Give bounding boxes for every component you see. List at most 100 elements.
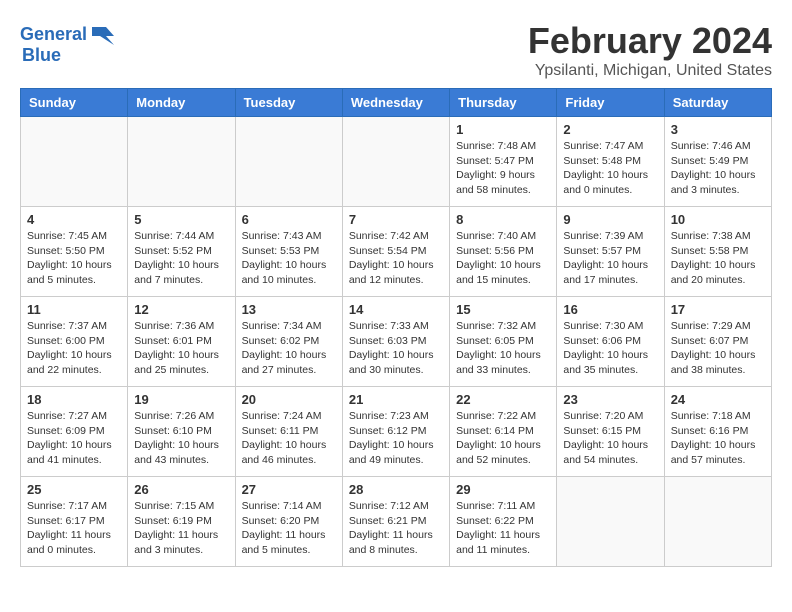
day-number: 21: [349, 392, 443, 407]
day-number: 12: [134, 302, 228, 317]
calendar-cell: 9 Sunrise: 7:39 AM Sunset: 5:57 PM Daylig…: [557, 207, 664, 297]
logo-general: General: [20, 24, 87, 44]
day-number: 5: [134, 212, 228, 227]
day-number: 19: [134, 392, 228, 407]
calendar-cell: 28 Sunrise: 7:12 AM Sunset: 6:21 PM Dayli…: [342, 477, 449, 567]
calendar-cell: 15 Sunrise: 7:32 AM Sunset: 6:05 PM Dayli…: [450, 297, 557, 387]
day-number: 17: [671, 302, 765, 317]
calendar-cell: 14 Sunrise: 7:33 AM Sunset: 6:03 PM Dayli…: [342, 297, 449, 387]
calendar-cell: 23 Sunrise: 7:20 AM Sunset: 6:15 PM Dayli…: [557, 387, 664, 477]
day-info: Sunrise: 7:14 AM Sunset: 6:20 PM Dayligh…: [242, 499, 336, 558]
day-info: Sunrise: 7:36 AM Sunset: 6:01 PM Dayligh…: [134, 319, 228, 378]
day-info: Sunrise: 7:46 AM Sunset: 5:49 PM Dayligh…: [671, 139, 765, 198]
weekday-header: Friday: [557, 89, 664, 117]
day-info: Sunrise: 7:23 AM Sunset: 6:12 PM Dayligh…: [349, 409, 443, 468]
day-info: Sunrise: 7:43 AM Sunset: 5:53 PM Dayligh…: [242, 229, 336, 288]
calendar-cell: 17 Sunrise: 7:29 AM Sunset: 6:07 PM Dayli…: [664, 297, 771, 387]
day-info: Sunrise: 7:26 AM Sunset: 6:10 PM Dayligh…: [134, 409, 228, 468]
day-number: 18: [27, 392, 121, 407]
weekday-header: Monday: [128, 89, 235, 117]
day-info: Sunrise: 7:44 AM Sunset: 5:52 PM Dayligh…: [134, 229, 228, 288]
day-info: Sunrise: 7:45 AM Sunset: 5:50 PM Dayligh…: [27, 229, 121, 288]
weekday-header: Sunday: [21, 89, 128, 117]
day-info: Sunrise: 7:24 AM Sunset: 6:11 PM Dayligh…: [242, 409, 336, 468]
day-number: 3: [671, 122, 765, 137]
day-info: Sunrise: 7:22 AM Sunset: 6:14 PM Dayligh…: [456, 409, 550, 468]
calendar-cell: 5 Sunrise: 7:44 AM Sunset: 5:52 PM Daylig…: [128, 207, 235, 297]
calendar-cell: 11Sunrise: 7:37 AM Sunset: 6:00 PM Dayli…: [21, 297, 128, 387]
calendar-cell: 16 Sunrise: 7:30 AM Sunset: 6:06 PM Dayli…: [557, 297, 664, 387]
calendar-cell: 21 Sunrise: 7:23 AM Sunset: 6:12 PM Dayli…: [342, 387, 449, 477]
day-number: 26: [134, 482, 228, 497]
calendar-cell: 2 Sunrise: 7:47 AM Sunset: 5:48 PM Daylig…: [557, 117, 664, 207]
day-info: Sunrise: 7:30 AM Sunset: 6:06 PM Dayligh…: [563, 319, 657, 378]
day-number: 29: [456, 482, 550, 497]
calendar-cell: 1 Sunrise: 7:48 AM Sunset: 5:47 PM Daylig…: [450, 117, 557, 207]
day-number: 27: [242, 482, 336, 497]
logo-icon: [92, 27, 114, 45]
day-number: 28: [349, 482, 443, 497]
calendar-cell: 29 Sunrise: 7:11 AM Sunset: 6:22 PM Dayli…: [450, 477, 557, 567]
calendar-cell: 22 Sunrise: 7:22 AM Sunset: 6:14 PM Dayli…: [450, 387, 557, 477]
day-info: Sunrise: 7:12 AM Sunset: 6:21 PM Dayligh…: [349, 499, 443, 558]
calendar-cell: 7 Sunrise: 7:42 AM Sunset: 5:54 PM Daylig…: [342, 207, 449, 297]
calendar-cell: 12 Sunrise: 7:36 AM Sunset: 6:01 PM Dayli…: [128, 297, 235, 387]
day-info: Sunrise: 7:27 AM Sunset: 6:09 PM Dayligh…: [27, 409, 121, 468]
day-number: 24: [671, 392, 765, 407]
day-info: Sunrise: 7:39 AM Sunset: 5:57 PM Dayligh…: [563, 229, 657, 288]
day-number: 14: [349, 302, 443, 317]
day-number: 8: [456, 212, 550, 227]
calendar-cell: [128, 117, 235, 207]
calendar-cell: 26 Sunrise: 7:15 AM Sunset: 6:19 PM Dayli…: [128, 477, 235, 567]
day-info: Sunrise: 7:40 AM Sunset: 5:56 PM Dayligh…: [456, 229, 550, 288]
day-info: Sunrise: 7:38 AM Sunset: 5:58 PM Dayligh…: [671, 229, 765, 288]
calendar-cell: 27 Sunrise: 7:14 AM Sunset: 6:20 PM Dayli…: [235, 477, 342, 567]
calendar-cell: [557, 477, 664, 567]
day-number: 10: [671, 212, 765, 227]
day-info: Sunrise: 7:32 AM Sunset: 6:05 PM Dayligh…: [456, 319, 550, 378]
day-info: Sunrise: 7:11 AM Sunset: 6:22 PM Dayligh…: [456, 499, 550, 558]
day-info: Sunrise: 7:18 AM Sunset: 6:16 PM Dayligh…: [671, 409, 765, 468]
calendar-header-row: SundayMondayTuesdayWednesdayThursdayFrid…: [21, 89, 772, 117]
calendar-cell: 10 Sunrise: 7:38 AM Sunset: 5:58 PM Dayli…: [664, 207, 771, 297]
day-number: 2: [563, 122, 657, 137]
day-number: 7: [349, 212, 443, 227]
day-info: Sunrise: 7:29 AM Sunset: 6:07 PM Dayligh…: [671, 319, 765, 378]
calendar-cell: 25Sunrise: 7:17 AM Sunset: 6:17 PM Dayli…: [21, 477, 128, 567]
calendar-subtitle: Ypsilanti, Michigan, United States: [20, 62, 772, 80]
calendar-cell: 4 Sunrise: 7:45 AM Sunset: 5:50 PM Daylig…: [21, 207, 128, 297]
weekday-header: Saturday: [664, 89, 771, 117]
calendar-cell: 20 Sunrise: 7:24 AM Sunset: 6:11 PM Dayli…: [235, 387, 342, 477]
day-info: Sunrise: 7:42 AM Sunset: 5:54 PM Dayligh…: [349, 229, 443, 288]
calendar-cell: 8 Sunrise: 7:40 AM Sunset: 5:56 PM Daylig…: [450, 207, 557, 297]
calendar-cell: 18 Sunrise: 7:27 AM Sunset: 6:09 PM Dayli…: [21, 387, 128, 477]
calendar-cell: 3 Sunrise: 7:46 AM Sunset: 5:49 PM Daylig…: [664, 117, 771, 207]
day-info: Sunrise: 7:47 AM Sunset: 5:48 PM Dayligh…: [563, 139, 657, 198]
calendar-table: SundayMondayTuesdayWednesdayThursdayFrid…: [20, 88, 772, 567]
day-number: 4: [27, 212, 121, 227]
calendar-title: February 2024: [20, 20, 772, 62]
day-number: 16: [563, 302, 657, 317]
day-info: Sunrise: 7:33 AM Sunset: 6:03 PM Dayligh…: [349, 319, 443, 378]
day-info: Sunrise: 7:20 AM Sunset: 6:15 PM Dayligh…: [563, 409, 657, 468]
day-number: 15: [456, 302, 550, 317]
day-number: 20: [242, 392, 336, 407]
weekday-header: Thursday: [450, 89, 557, 117]
calendar-cell: 13Sunrise: 7:34 AM Sunset: 6:02 PM Dayli…: [235, 297, 342, 387]
day-number: 11: [27, 302, 121, 317]
day-number: 22: [456, 392, 550, 407]
calendar-cell: 19 Sunrise: 7:26 AM Sunset: 6:10 PM Dayli…: [128, 387, 235, 477]
day-number: 25: [27, 482, 121, 497]
calendar-cell: [235, 117, 342, 207]
day-number: 23: [563, 392, 657, 407]
calendar-cell: 6Sunrise: 7:43 AM Sunset: 5:53 PM Daylig…: [235, 207, 342, 297]
calendar-cell: [342, 117, 449, 207]
day-number: 1: [456, 122, 550, 137]
day-info: Sunrise: 7:15 AM Sunset: 6:19 PM Dayligh…: [134, 499, 228, 558]
day-info: Sunrise: 7:48 AM Sunset: 5:47 PM Dayligh…: [456, 139, 550, 198]
calendar-header: February 2024 Ypsilanti, Michigan, Unite…: [20, 20, 772, 80]
weekday-header: Wednesday: [342, 89, 449, 117]
logo-blue: Blue: [22, 45, 61, 65]
day-number: 9: [563, 212, 657, 227]
logo: General Blue: [20, 24, 114, 66]
